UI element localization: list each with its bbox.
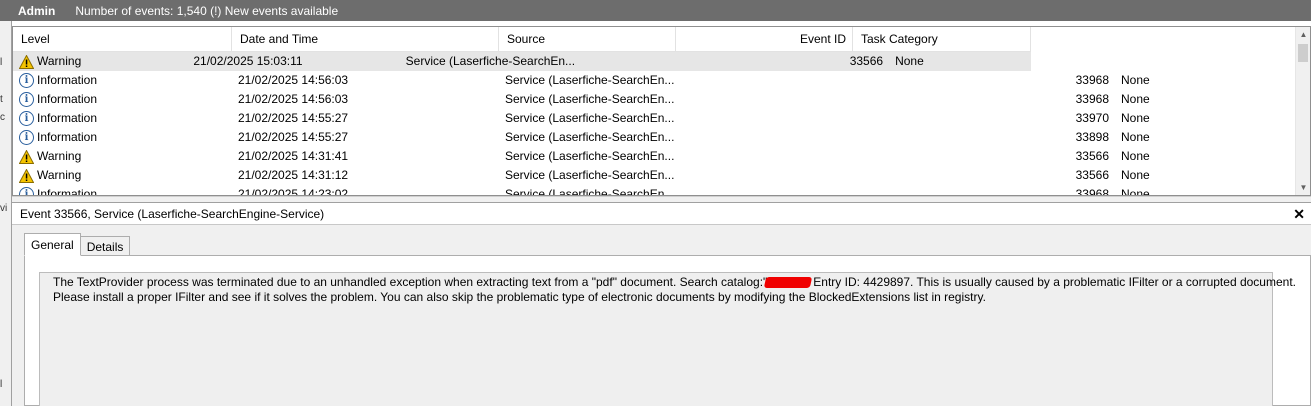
- scroll-down-icon[interactable]: ▼: [1296, 180, 1310, 195]
- cell-task-category: None: [1121, 111, 1150, 125]
- message-text-part1: The TextProvider process was terminated …: [53, 275, 768, 289]
- left-edge-text: vi: [0, 203, 8, 214]
- cell-source: Service (Laserfiche-SearchEn...: [505, 111, 675, 125]
- pane-splitter[interactable]: [12, 196, 1311, 203]
- left-edge-text: l: [0, 57, 3, 68]
- app-title: Admin: [18, 3, 56, 18]
- warning-icon: [18, 53, 35, 69]
- cell-date: 21/02/2025 14:31:12: [238, 168, 349, 182]
- cell-level: Warning: [13, 147, 232, 166]
- cell-level: i Information: [13, 185, 232, 196]
- cell-event-id: 33968: [1075, 73, 1109, 87]
- cell-source: Service (Laserfiche-SearchEn...: [505, 73, 675, 87]
- cell-level: i Information: [13, 90, 232, 109]
- column-header-event-id[interactable]: Event ID: [676, 27, 853, 52]
- cell-event-id: 33566: [1075, 149, 1109, 163]
- info-icon: i: [19, 187, 34, 195]
- left-edge-text: c: [0, 112, 5, 123]
- cell-source: Service (Laserfiche-SearchEn...: [405, 54, 576, 68]
- details-tabs: General Details: [24, 233, 131, 256]
- cell-event-id: 33970: [1075, 111, 1109, 125]
- message-text-line2: Please install a proper IFilter and see …: [53, 290, 986, 304]
- table-row[interactable]: i Information 21/02/2025 14:56:03 Service (…: [13, 71, 1297, 90]
- cell-date: 21/02/2025 14:31:41: [238, 149, 349, 163]
- cell-source: Service (Laserfiche-SearchEn...: [505, 149, 675, 163]
- close-icon[interactable]: ✕: [1293, 203, 1305, 225]
- message-text-part2: Entry ID: 4429897. This is usually cause…: [813, 275, 1296, 289]
- cell-event-id: 33968: [1075, 92, 1109, 106]
- vertical-scrollbar[interactable]: ▲ ▼: [1295, 27, 1310, 195]
- cell-date: 21/02/2025 14:56:03: [238, 92, 349, 106]
- cell-source: Service (Laserfiche-SearchEn...: [505, 187, 675, 196]
- info-icon: i: [19, 111, 34, 126]
- event-rows: Warning 21/02/2025 15:03:11 Service (Laser…: [13, 52, 1297, 196]
- cell-task-category: None: [1121, 92, 1150, 106]
- cell-date: 21/02/2025 15:03:11: [193, 54, 303, 68]
- column-header-date[interactable]: Date and Time: [232, 27, 499, 52]
- tab-details[interactable]: Details: [79, 236, 131, 256]
- event-list-header: Level Date and Time Source Event ID Task…: [13, 27, 1031, 52]
- event-details-pane: Event 33566, Service (Laserfiche-SearchE…: [12, 203, 1311, 406]
- cell-event-id: 33968: [1075, 187, 1109, 196]
- level-text: Information: [37, 111, 98, 125]
- redaction-mark: [764, 277, 813, 289]
- cell-date: 21/02/2025 14:23:02: [238, 187, 349, 196]
- table-row[interactable]: Warning 21/02/2025 15:03:11 Service (Laser…: [13, 52, 1031, 71]
- level-text: Information: [37, 130, 98, 144]
- level-text: Information: [37, 73, 98, 87]
- table-row[interactable]: i Information 21/02/2025 14:55:27 Service (…: [13, 128, 1297, 147]
- cell-level: i Information: [13, 109, 232, 128]
- cell-date: 21/02/2025 14:56:03: [238, 73, 349, 87]
- details-header: Event 33566, Service (Laserfiche-SearchE…: [12, 203, 1311, 225]
- cell-source: Service (Laserfiche-SearchEn...: [505, 168, 675, 182]
- level-text: Warning: [37, 54, 82, 68]
- scroll-thumb[interactable]: [1298, 44, 1308, 62]
- event-count-info[interactable]: Number of events: 1,540 (!) New events a…: [75, 4, 338, 18]
- cell-event-id: 33566: [1075, 168, 1109, 182]
- table-row[interactable]: i Information 21/02/2025 14:56:03 Service (…: [13, 90, 1297, 109]
- left-edge-text: l: [0, 379, 3, 390]
- cell-level: i Information: [13, 71, 232, 90]
- event-list[interactable]: Level Date and Time Source Event ID Task…: [12, 26, 1311, 196]
- info-icon: i: [19, 130, 34, 145]
- level-text: Warning: [37, 149, 82, 163]
- cell-level: i Information: [13, 128, 232, 147]
- table-row[interactable]: Warning 21/02/2025 14:31:12 Service (Laser…: [13, 166, 1297, 185]
- title-bar: Admin Number of events: 1,540 (!) New ev…: [0, 0, 1311, 21]
- tab-general[interactable]: General: [24, 233, 81, 256]
- cell-event-id: 33566: [849, 54, 884, 68]
- cell-level: Warning: [13, 52, 187, 71]
- warning-icon: [18, 148, 35, 164]
- cell-task-category: None: [1121, 187, 1150, 196]
- table-row[interactable]: i Information 21/02/2025 14:55:27 Service (…: [13, 109, 1297, 128]
- cell-event-id: 33898: [1075, 130, 1109, 144]
- table-row[interactable]: Warning 21/02/2025 14:31:41 Service (Laser…: [13, 147, 1297, 166]
- info-icon: i: [19, 92, 34, 107]
- scroll-up-icon[interactable]: ▲: [1296, 27, 1310, 42]
- cell-source: Service (Laserfiche-SearchEn...: [505, 92, 675, 106]
- cell-date: 21/02/2025 14:55:27: [238, 130, 349, 144]
- level-text: Information: [37, 187, 98, 196]
- cell-task-category: None: [895, 54, 924, 68]
- cell-date: 21/02/2025 14:55:27: [238, 111, 349, 125]
- level-text: Warning: [37, 168, 82, 182]
- left-pane-edge[interactable]: l t c vi l: [0, 21, 12, 406]
- level-text: Information: [37, 92, 98, 106]
- warning-icon: [18, 167, 35, 183]
- general-tab-panel: The TextProvider process was terminated …: [24, 255, 1311, 406]
- column-header-source[interactable]: Source: [499, 27, 676, 52]
- cell-task-category: None: [1121, 73, 1150, 87]
- cell-task-category: None: [1121, 168, 1150, 182]
- cell-task-category: None: [1121, 149, 1150, 163]
- left-edge-text: t: [0, 94, 3, 105]
- info-icon: i: [19, 73, 34, 88]
- cell-task-category: None: [1121, 130, 1150, 144]
- cell-level: Warning: [13, 166, 232, 185]
- event-message[interactable]: The TextProvider process was terminated …: [39, 272, 1296, 406]
- table-row[interactable]: i Information 21/02/2025 14:23:02 Service (…: [13, 185, 1297, 196]
- details-title: Event 33566, Service (Laserfiche-SearchE…: [20, 207, 325, 221]
- cell-source: Service (Laserfiche-SearchEn...: [505, 130, 675, 144]
- column-header-task-category[interactable]: Task Category: [853, 27, 1031, 52]
- column-header-level[interactable]: Level: [13, 27, 232, 52]
